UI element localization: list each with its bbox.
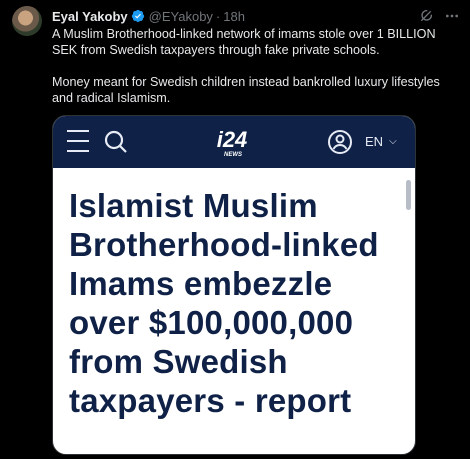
scrollbar-thumb[interactable] [406,180,411,210]
grok-icon[interactable] [418,8,434,24]
i24-navbar: i24 NEWS EN ⌵ [53,116,415,168]
author-handle[interactable]: @EYakoby [149,9,213,24]
tweet-time[interactable]: 18h [223,9,245,24]
language-label: EN [365,134,384,149]
logo-sub-text: NEWS [224,152,242,158]
avatar[interactable] [12,6,42,36]
language-selector[interactable]: EN ⌵ [365,134,397,149]
separator-dot: · [215,8,221,24]
tweet-paragraph: Money meant for Swedish children instead… [52,75,440,105]
article-headline: Islamist Muslim Brotherhood-linked Imams… [69,187,379,419]
author-name[interactable]: Eyal Yakoby [52,9,128,24]
tweet-text: A Muslim Brotherhood-linked network of i… [52,26,464,106]
profile-icon[interactable] [327,129,353,155]
i24-news-logo[interactable]: i24 NEWS [203,126,261,158]
tweet-header: Eyal Yakoby @EYakoby · 18h [52,7,460,25]
verified-badge-icon [131,9,144,23]
more-options-icon[interactable] [444,8,460,24]
tweet-paragraph: A Muslim Brotherhood-linked network of i… [52,27,436,57]
chevron-down-icon: ⌵ [389,136,397,147]
search-icon[interactable] [103,129,129,155]
logo-main-text: i24 [217,127,248,152]
hamburger-menu-icon[interactable] [67,130,89,152]
media-card[interactable]: i24 NEWS EN ⌵ Islamist Muslim Brotherhoo… [52,115,416,455]
